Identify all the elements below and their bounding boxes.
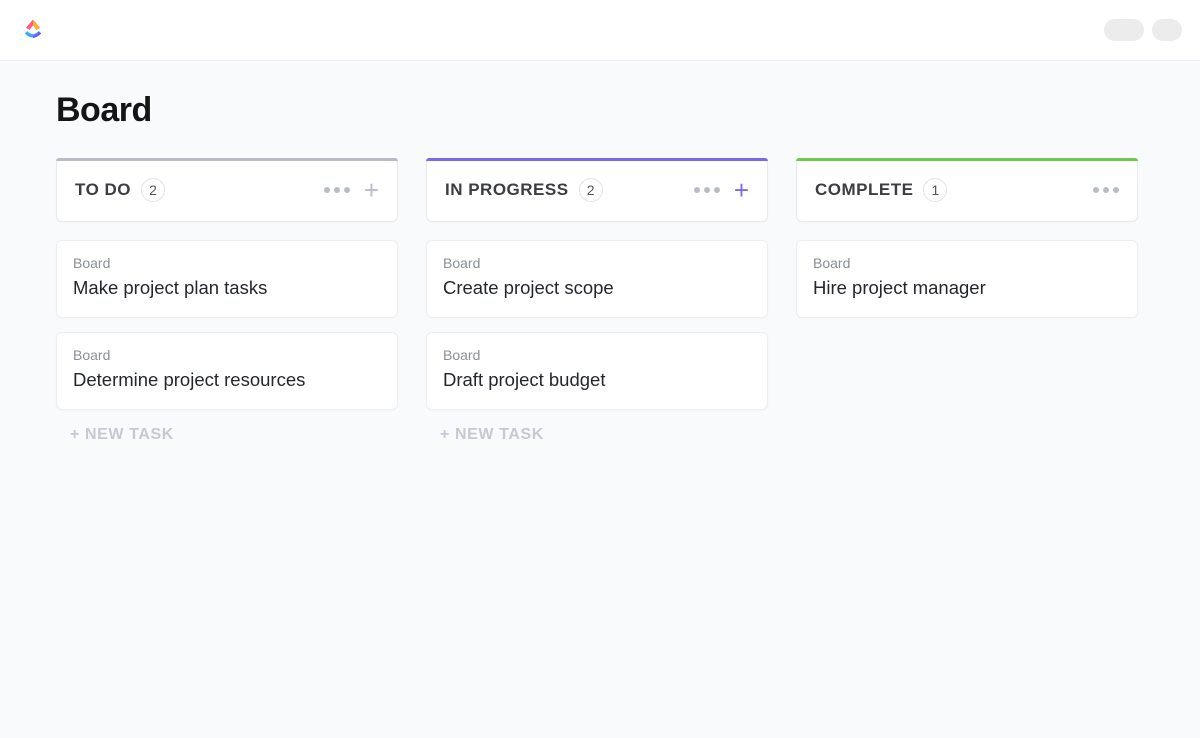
column-actions: +: [694, 177, 749, 203]
task-card[interactable]: Board Determine project resources: [56, 332, 398, 410]
column-complete: COMPLETE 1 Board Hire project manager: [796, 158, 1138, 444]
column-todo: TO DO2+BoardMake project plan tasksBoard…: [56, 158, 398, 444]
task-card-title: Create project scope: [443, 277, 751, 299]
cards-list: Board Make project plan tasks Board Determi…: [56, 240, 398, 410]
column-title: TO DO: [75, 180, 131, 200]
board: TO DO2+BoardMake project plan tasksBoard…: [56, 158, 1144, 444]
task-card-list-name: Board: [73, 255, 381, 271]
column-title: COMPLETE: [815, 180, 913, 200]
task-card[interactable]: Board Hire project manager: [796, 240, 1138, 318]
cards-list: Board Hire project manager: [796, 240, 1138, 318]
topbar-pill-a[interactable]: [1104, 19, 1144, 41]
page-title: Board: [56, 91, 1144, 130]
column-title: IN PROGRESS: [445, 180, 569, 200]
add-task-icon[interactable]: +: [734, 177, 749, 203]
column-header: COMPLETE 1: [796, 158, 1138, 222]
column-count-badge: 1: [923, 178, 947, 202]
more-icon[interactable]: [1093, 187, 1119, 193]
new-task-button[interactable]: + NEW TASK: [426, 426, 768, 444]
more-icon[interactable]: [694, 187, 720, 193]
column-header: TO DO 2 +: [56, 158, 398, 222]
column-count-badge: 2: [141, 178, 165, 202]
task-card-title: Draft project budget: [443, 369, 751, 391]
task-card[interactable]: Board Create project scope: [426, 240, 768, 318]
topbar: [0, 0, 1200, 60]
column-count-badge: 2: [579, 178, 603, 202]
task-card[interactable]: Board Make project plan tasks: [56, 240, 398, 318]
main: Board TO DO 2 + Board Make project plan task…: [0, 60, 1200, 738]
cards-list: Board Create project scope Board Draft proj…: [426, 240, 768, 410]
new-task-button[interactable]: + NEW TASK: [56, 426, 398, 444]
topbar-actions: [1104, 19, 1182, 41]
task-card[interactable]: Board Draft project budget: [426, 332, 768, 410]
topbar-pill-b[interactable]: [1152, 19, 1182, 41]
task-card-title: Make project plan tasks: [73, 277, 381, 299]
task-card-list-name: Board: [73, 347, 381, 363]
task-card-list-name: Board: [443, 347, 751, 363]
column-in-progress: IN PROGRESS2+BoardCreate project scopeBo…: [426, 158, 768, 444]
column-header: IN PROGRESS 2 +: [426, 158, 768, 222]
task-card-title: Hire project manager: [813, 277, 1121, 299]
task-card-title: Determine project resources: [73, 369, 381, 391]
add-task-icon[interactable]: +: [364, 177, 379, 203]
column-actions: +: [324, 177, 379, 203]
task-card-list-name: Board: [813, 255, 1121, 271]
logo-icon: [18, 15, 48, 45]
column-actions: [1093, 187, 1119, 193]
more-icon[interactable]: [324, 187, 350, 193]
task-card-list-name: Board: [443, 255, 751, 271]
